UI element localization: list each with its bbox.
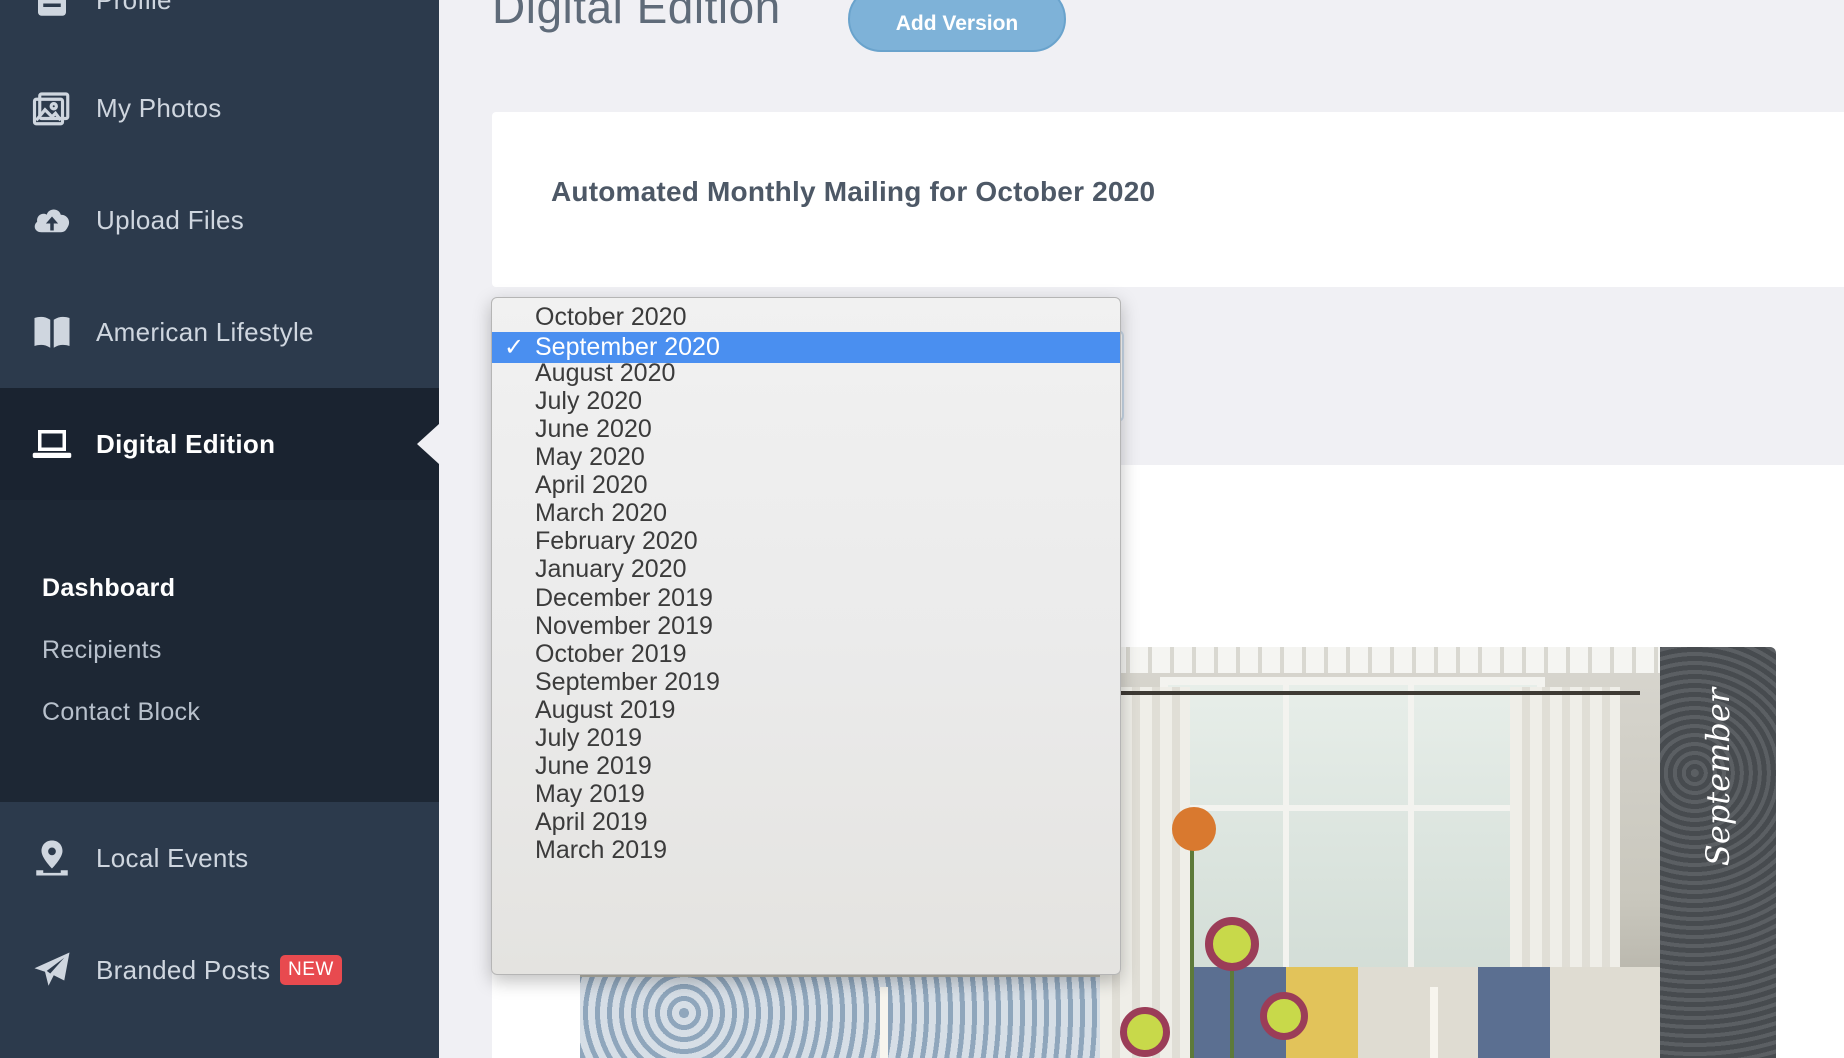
dropdown-option-label: April 2019: [535, 808, 648, 837]
sidebar-item-label: American Lifestyle: [96, 316, 314, 347]
dropdown-option[interactable]: June 2019: [492, 752, 1120, 781]
dropdown-option-label: June 2019: [535, 752, 652, 781]
dropdown-option-label: September 2019: [535, 667, 720, 696]
dropdown-option-label: March 2019: [535, 836, 668, 865]
sidebar-item-label: Local Events: [96, 842, 249, 873]
sidebar-item-label: My Photos: [96, 92, 222, 123]
paper-plane-icon: [30, 948, 74, 992]
new-badge: NEW: [280, 955, 342, 985]
sidebar-item-local-events[interactable]: Local Events: [0, 802, 439, 914]
dropdown-option-label: January 2020: [535, 555, 687, 584]
sidebar: Profile My Photos Upload Files American …: [0, 0, 439, 1058]
dropdown-option[interactable]: March 2019: [492, 836, 1120, 865]
sidebar-item-branded-posts[interactable]: Branded Posts NEW: [0, 914, 439, 1026]
dropdown-option[interactable]: June 2020: [492, 415, 1120, 443]
subnav-item-recipients[interactable]: Recipients: [42, 636, 162, 665]
dropdown-option-label: May 2020: [535, 443, 645, 472]
cloud-upload-icon: [30, 198, 74, 242]
dropdown-option-label: July 2020: [535, 386, 643, 415]
sidebar-item-label: Profile: [96, 0, 172, 16]
subnav: Dashboard Recipients Contact Block: [0, 500, 439, 802]
sidebar-item-digital-edition[interactable]: Digital Edition: [0, 388, 439, 500]
sidebar-item-label: Digital Edition: [96, 428, 276, 459]
magazine-spine-text: September: [1699, 687, 1738, 867]
mailing-title: Automated Monthly Mailing for October 20…: [551, 176, 1156, 207]
dropdown-option-label: October 2020: [535, 302, 687, 331]
dropdown-option[interactable]: April 2019: [492, 808, 1120, 837]
dropdown-option-label: July 2019: [535, 724, 643, 753]
dropdown-option-label: February 2020: [535, 527, 698, 556]
dropdown-option-label: August 2019: [535, 695, 676, 724]
mailing-card: Automated Monthly Mailing for October 20…: [492, 112, 1844, 287]
checkmark-icon: ✓: [504, 334, 525, 362]
dropdown-option[interactable]: February 2020: [492, 527, 1120, 556]
dropdown-option[interactable]: January 2020: [492, 555, 1120, 584]
sidebar-item-profile[interactable]: Profile: [0, 0, 439, 56]
page-title: Digital Edition: [492, 0, 781, 33]
book-icon: [30, 310, 74, 354]
dropdown-option[interactable]: November 2019: [492, 612, 1120, 640]
add-version-button[interactable]: Add Version: [848, 0, 1066, 52]
dropdown-option-label: May 2019: [535, 780, 645, 809]
dropdown-option[interactable]: July 2020: [492, 387, 1120, 415]
dropdown-option[interactable]: October 2020: [492, 303, 1120, 331]
dropdown-option[interactable]: August 2019: [492, 696, 1120, 724]
dropdown-option[interactable]: March 2020: [492, 499, 1120, 528]
photos-icon: [30, 86, 74, 130]
dropdown-option[interactable]: October 2019: [492, 640, 1120, 668]
active-indicator: [417, 424, 439, 464]
subnav-item-contact-block[interactable]: Contact Block: [42, 698, 200, 727]
dropdown-option[interactable]: September 2019: [492, 668, 1120, 696]
month-dropdown-menu[interactable]: October 2020 ✓ September 2020 August 2020 Ju…: [491, 297, 1121, 975]
dropdown-option[interactable]: December 2019: [492, 584, 1120, 612]
profile-icon: [30, 0, 74, 22]
sidebar-item-american-lifestyle[interactable]: American Lifestyle: [0, 276, 439, 388]
dropdown-option-label: June 2020: [535, 414, 652, 443]
dropdown-option[interactable]: May 2019: [492, 780, 1120, 809]
sidebar-item-label: Upload Files: [96, 204, 245, 235]
dropdown-option-label: November 2019: [535, 611, 713, 640]
dropdown-option-label: October 2019: [535, 639, 687, 668]
dropdown-option[interactable]: May 2020: [492, 443, 1120, 472]
dropdown-option[interactable]: August 2020: [492, 359, 1120, 387]
sidebar-item-upload-files[interactable]: Upload Files: [0, 164, 439, 276]
dropdown-option-label: March 2020: [535, 499, 668, 528]
map-pin-icon: [30, 836, 74, 880]
dropdown-option[interactable]: July 2019: [492, 724, 1120, 753]
dropdown-option-label: August 2020: [535, 358, 676, 387]
dropdown-option-label: April 2020: [535, 471, 648, 500]
dropdown-option-label: December 2019: [535, 583, 713, 612]
laptop-icon: [30, 422, 74, 466]
sidebar-item-my-photos[interactable]: My Photos: [0, 52, 439, 164]
dropdown-option[interactable]: April 2020: [492, 471, 1120, 500]
sidebar-item-label: Branded Posts: [96, 954, 271, 985]
subnav-item-dashboard[interactable]: Dashboard: [42, 574, 175, 603]
